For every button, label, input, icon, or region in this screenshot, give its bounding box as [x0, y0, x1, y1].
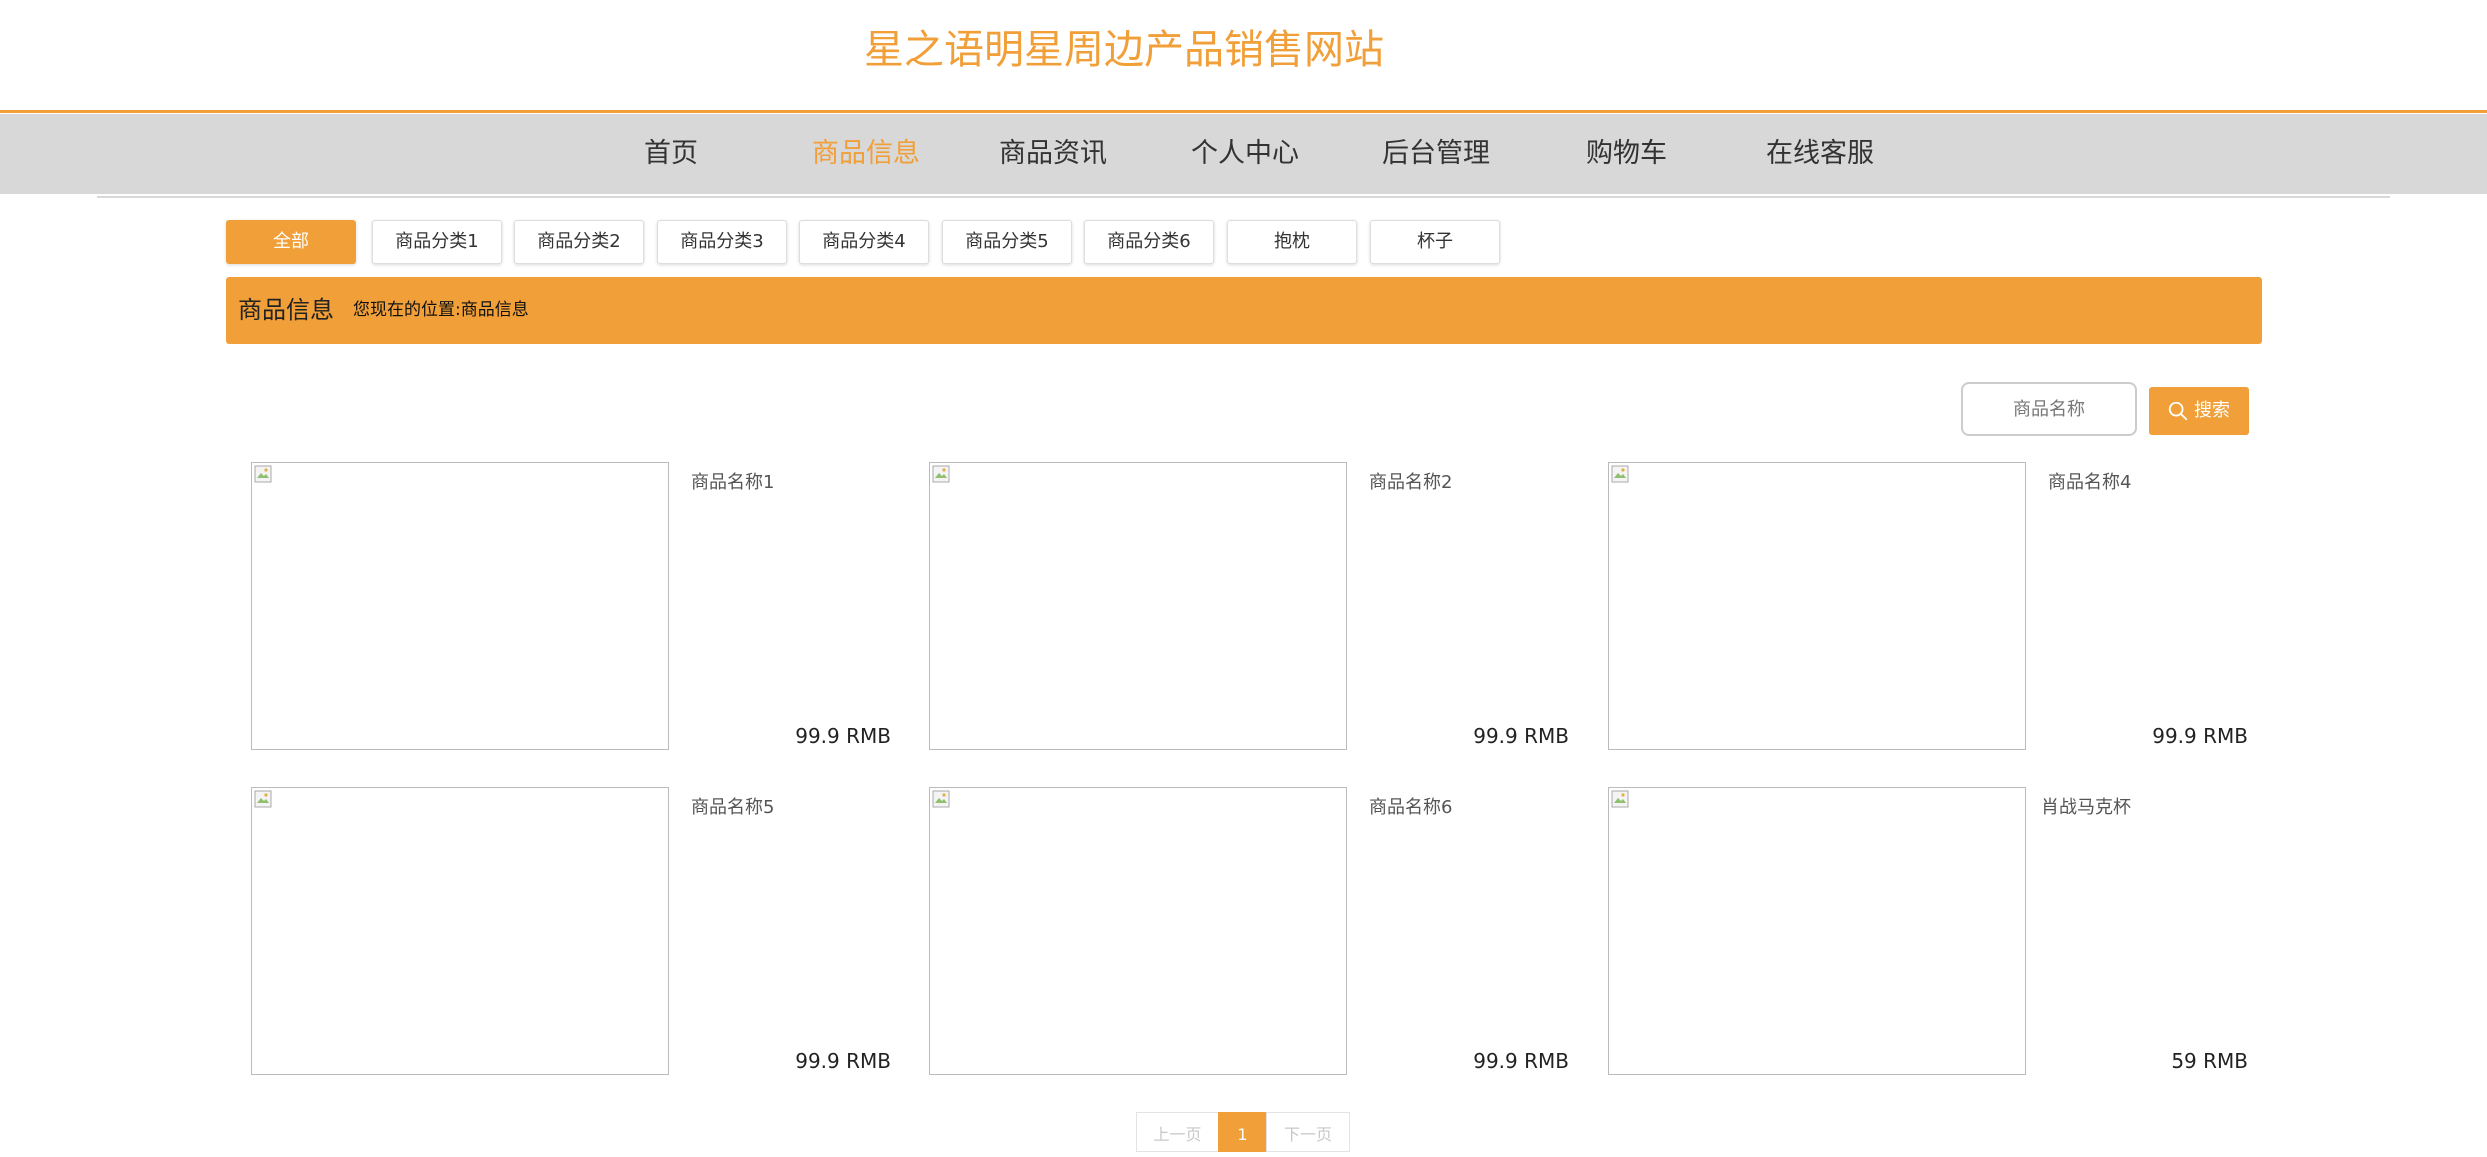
category-5-button[interactable]: 商品分类5	[942, 220, 1072, 264]
product-card[interactable]: 商品名称5 99.9 RMB	[251, 787, 891, 1079]
product-price: 99.9 RMB	[1473, 724, 1569, 748]
product-card[interactable]: 商品名称4 99.9 RMB	[1608, 462, 2248, 754]
product-name[interactable]: 商品名称6	[1369, 793, 1452, 819]
product-name[interactable]: 商品名称2	[1369, 468, 1452, 494]
category-3-button[interactable]: 商品分类3	[657, 220, 787, 264]
product-image[interactable]	[251, 462, 669, 750]
breadcrumb: 您现在的位置:商品信息	[353, 277, 529, 344]
breadcrumb-prefix: 您现在的位置:	[353, 300, 461, 320]
search-icon	[2168, 401, 2188, 421]
broken-image-icon	[254, 465, 272, 483]
product-card[interactable]: 商品名称2 99.9 RMB	[929, 462, 1569, 754]
site-title: 星之语明星周边产品销售网站	[864, 27, 1384, 73]
page-number-button[interactable]: 1	[1218, 1112, 1267, 1152]
main-nav: 首页 商品信息 商品资讯 个人中心 后台管理 购物车 在线客服	[0, 114, 2487, 194]
broken-image-icon	[254, 790, 272, 808]
category-all-button[interactable]: 全部	[226, 220, 356, 264]
category-2-button[interactable]: 商品分类2	[514, 220, 644, 264]
search-button-label: 搜索	[2194, 400, 2230, 421]
nav-item-products[interactable]: 商品信息	[812, 114, 920, 194]
product-name[interactable]: 商品名称1	[691, 468, 774, 494]
product-price: 59 RMB	[2171, 1049, 2248, 1073]
broken-image-icon	[932, 465, 950, 483]
search-button[interactable]: 搜索	[2149, 387, 2249, 435]
section-title: 商品信息	[238, 296, 334, 324]
broken-image-icon	[1611, 465, 1629, 483]
product-image[interactable]	[929, 787, 1347, 1075]
product-name[interactable]: 肖战马克杯	[2041, 793, 2131, 819]
nav-divider	[97, 196, 2390, 198]
product-name[interactable]: 商品名称5	[691, 793, 774, 819]
nav-item-profile[interactable]: 个人中心	[1191, 114, 1299, 194]
product-price: 99.9 RMB	[2152, 724, 2248, 748]
product-image[interactable]	[1608, 787, 2026, 1075]
product-image[interactable]	[929, 462, 1347, 750]
product-name[interactable]: 商品名称4	[2048, 468, 2131, 494]
breadcrumb-current: 商品信息	[460, 300, 529, 320]
product-search-input[interactable]	[1961, 382, 2137, 436]
product-image[interactable]	[251, 787, 669, 1075]
prev-page-button[interactable]: 上一页	[1136, 1112, 1219, 1152]
nav-item-support[interactable]: 在线客服	[1766, 114, 1874, 194]
product-card[interactable]: 商品名称1 99.9 RMB	[251, 462, 891, 754]
nav-item-home[interactable]: 首页	[644, 114, 698, 194]
nav-item-news[interactable]: 商品资讯	[999, 114, 1107, 194]
broken-image-icon	[932, 790, 950, 808]
category-4-button[interactable]: 商品分类4	[799, 220, 929, 264]
next-page-button[interactable]: 下一页	[1266, 1112, 1350, 1152]
product-image[interactable]	[1608, 462, 2026, 750]
category-6-button[interactable]: 商品分类6	[1084, 220, 1214, 264]
product-price: 99.9 RMB	[1473, 1049, 1569, 1073]
product-card[interactable]: 肖战马克杯 59 RMB	[1608, 787, 2248, 1079]
nav-item-admin[interactable]: 后台管理	[1382, 114, 1490, 194]
product-price: 99.9 RMB	[795, 1049, 891, 1073]
category-cup-button[interactable]: 杯子	[1370, 220, 1500, 264]
product-card[interactable]: 商品名称6 99.9 RMB	[929, 787, 1569, 1079]
product-price: 99.9 RMB	[795, 724, 891, 748]
category-pillow-button[interactable]: 抱枕	[1227, 220, 1357, 264]
category-1-button[interactable]: 商品分类1	[372, 220, 502, 264]
section-bar: 商品信息 您现在的位置:商品信息	[226, 277, 2262, 344]
nav-item-cart[interactable]: 购物车	[1586, 114, 1667, 194]
site-header: 星之语明星周边产品销售网站	[0, 0, 2487, 113]
broken-image-icon	[1611, 790, 1629, 808]
